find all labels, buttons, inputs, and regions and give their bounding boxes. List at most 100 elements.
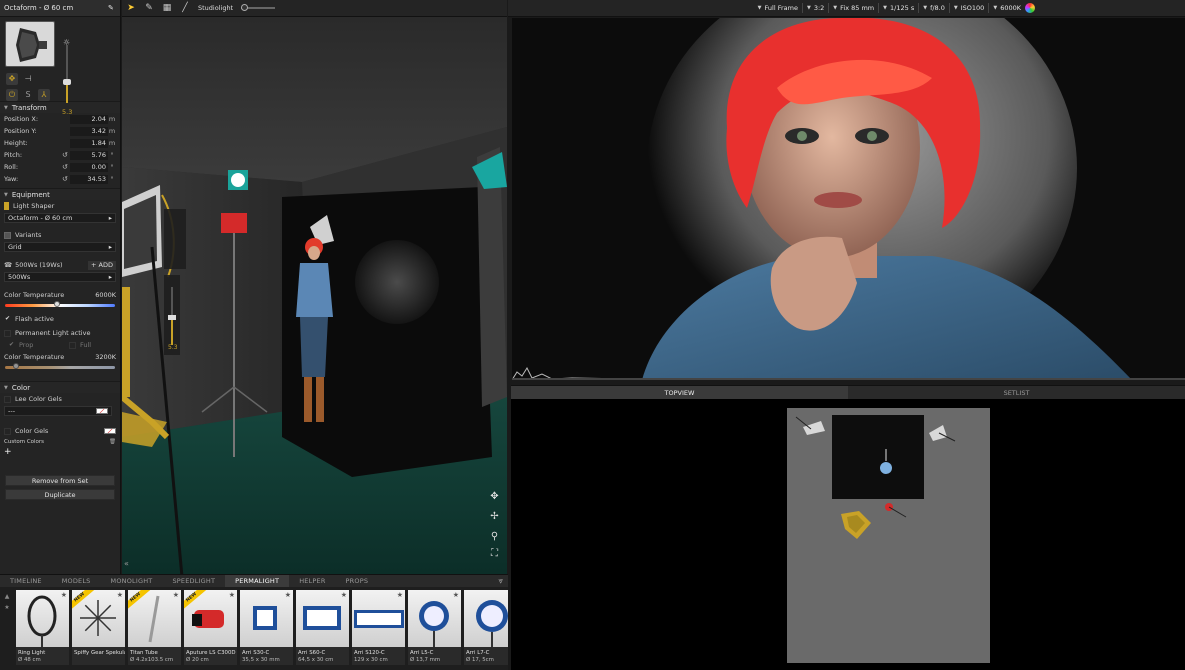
equipment-section-header[interactable]: ▼ Equipment <box>0 188 120 200</box>
favorite-icon[interactable]: ★ <box>4 604 9 611</box>
topview-panel[interactable] <box>511 399 1185 670</box>
studiolight-slider[interactable] <box>241 4 276 11</box>
favorite-star-icon[interactable]: ★ <box>397 591 403 599</box>
aspect-ratio-select[interactable]: ▼ 3:2 <box>807 4 824 12</box>
favorite-star-icon[interactable]: ★ <box>117 591 123 599</box>
view-tab-setlist[interactable]: SETLIST <box>848 386 1185 399</box>
gel-swatch[interactable] <box>104 428 116 434</box>
color-temp2-slider[interactable] <box>5 363 115 369</box>
library-tab-helper[interactable]: HELPER <box>289 575 335 588</box>
library-tab-models[interactable]: MODELS <box>52 575 101 588</box>
duplicate-button[interactable]: Duplicate <box>5 489 115 500</box>
item-name: Ring Light <box>18 650 46 656</box>
3d-viewport[interactable]: 5.3 ✥ ✢ ⚲ ⛶ « <box>122 17 507 574</box>
target-icon[interactable]: ✥ <box>6 73 18 85</box>
variants-checkbox[interactable] <box>4 231 11 239</box>
light-shaper-select[interactable]: Octaform - Ø 60 cm ▸ <box>4 213 116 223</box>
favorite-star-icon[interactable]: ★ <box>453 591 459 599</box>
remove-from-set-button[interactable]: Remove from Set <box>5 475 115 486</box>
shutter-select[interactable]: ▼ 1/125 s <box>883 4 914 12</box>
add-power-button[interactable]: + ADD <box>88 260 116 270</box>
color-channels-icon[interactable] <box>1025 3 1035 13</box>
dropdown-arrow-icon: ▼ <box>993 5 998 11</box>
permanent-light-checkbox[interactable] <box>4 329 11 337</box>
sensor-format-select[interactable]: ▼ Full Frame <box>758 4 798 12</box>
color-gels-checkbox[interactable] <box>4 427 11 435</box>
add-color-button[interactable]: + <box>4 447 12 457</box>
intensity-slider[interactable]: ☼ <box>63 39 71 107</box>
frame-selection-icon[interactable]: ⛶ <box>488 547 501 560</box>
aperture-select[interactable]: ▼ f/8.0 <box>923 4 945 12</box>
favorite-star-icon[interactable]: ★ <box>229 591 235 599</box>
field-value-input[interactable]: 2.04 <box>70 114 108 124</box>
reset-icon[interactable]: ↺ <box>62 163 68 171</box>
item-spec: 35,5 x 30 mm <box>242 657 280 663</box>
tripod-icon[interactable]: ⅄ <box>38 89 50 101</box>
portrait-render <box>512 18 1185 380</box>
full-checkbox[interactable] <box>69 341 76 349</box>
pan-icon[interactable]: ✢ <box>488 510 501 523</box>
modeling-icon[interactable]: S <box>22 89 34 101</box>
gel-swatch[interactable] <box>96 408 108 414</box>
power-select[interactable]: 500Ws ▸ <box>4 272 116 282</box>
library-tab-permalight[interactable]: PERMALIGHT <box>225 574 290 588</box>
lens-select[interactable]: ▼ Fix 85 mm <box>833 4 874 12</box>
favorite-star-icon[interactable]: ★ <box>341 591 347 599</box>
power-icon[interactable]: ⏻ <box>6 89 18 101</box>
library-item[interactable]: ★ Arri S30-C 35,5 x 30 mm <box>240 590 293 665</box>
white-balance-select[interactable]: ▼ 6000K <box>993 4 1021 12</box>
view-tab-topview[interactable]: TOPVIEW <box>511 386 848 399</box>
scroll-up-icon[interactable]: ▲ <box>5 593 10 600</box>
dropdown-arrow-icon: ▼ <box>953 5 958 11</box>
transform-section-header[interactable]: ▼ Transform <box>0 101 120 113</box>
favorite-star-icon[interactable]: ★ <box>61 591 67 599</box>
color-section-header[interactable]: ▼ Color <box>0 381 120 393</box>
reset-icon[interactable]: ↺ <box>62 151 68 159</box>
lee-gels-checkbox[interactable] <box>4 395 11 403</box>
chevron-right-icon: ▸ <box>108 243 112 251</box>
library-item[interactable]: ★ Arri L5-C Ø 13,7 mm <box>408 590 461 665</box>
lee-gels-select[interactable]: --- <box>4 406 112 416</box>
collapse-library-icon[interactable]: ⩔ <box>498 576 503 586</box>
collapse-panel-icon[interactable]: « <box>124 559 129 568</box>
slider-knob[interactable] <box>241 4 249 11</box>
light-tools-row-2: ⏻ S ⅄ <box>6 89 50 101</box>
library-tab-speedlight[interactable]: SPEEDLIGHT <box>162 575 225 588</box>
field-value-input[interactable]: 5.76 <box>70 150 108 160</box>
prop-checkbox[interactable]: ✔ <box>8 341 15 349</box>
library-item[interactable]: NEW ★ Aputure LS C300D II Ø 20 cm <box>184 590 237 665</box>
favorite-star-icon[interactable]: ★ <box>285 591 291 599</box>
library-tab-timeline[interactable]: TIMELINE <box>0 575 52 588</box>
iso-select[interactable]: ▼ ISO100 <box>954 4 984 12</box>
trash-icon[interactable]: 🗑 <box>109 439 116 445</box>
library-item[interactable]: NEW ★ Titan Tube Ø 4.2x103.5 cm <box>128 590 181 665</box>
library-item[interactable]: NEW ★ Spiffy Gear Spekular <box>72 590 125 665</box>
viewport-toolbar: ➤ ✎ ▦ ╱ Studiolight <box>122 0 507 17</box>
zoom-icon[interactable]: ⚲ <box>488 530 501 543</box>
field-value-input[interactable]: 0.00 <box>70 162 108 172</box>
select-tool-icon[interactable]: ➤ <box>126 3 136 13</box>
color-temp-slider[interactable] <box>5 301 115 307</box>
stand-icon[interactable]: ⊣ <box>22 73 34 85</box>
line-tool-icon[interactable]: ╱ <box>180 3 190 13</box>
brush-tool-icon[interactable]: ✎ <box>144 3 154 13</box>
pin-icon[interactable]: ✎ <box>108 4 116 12</box>
orbit-icon[interactable]: ✥ <box>488 490 501 503</box>
grid-toggle-icon[interactable]: ▦ <box>162 3 172 13</box>
field-value-input[interactable]: 34.53 <box>70 174 108 184</box>
library-item[interactable]: ★ Arri S120-C 129 x 30 cm <box>352 590 405 665</box>
favorite-star-icon[interactable]: ★ <box>173 591 179 599</box>
item-name: Titan Tube <box>130 650 158 656</box>
reset-icon[interactable]: ↺ <box>62 175 68 183</box>
library-tab-props[interactable]: PROPS <box>336 575 379 588</box>
library-item[interactable]: ★Arri L7-CØ 17, 5cm <box>464 590 508 665</box>
slider-knob[interactable] <box>13 363 19 369</box>
variants-select[interactable]: Grid ▸ <box>4 242 116 252</box>
library-item[interactable]: ★ Ring Light Ø 48 cm <box>16 590 69 665</box>
library-item[interactable]: ★ Arri S60-C 64,5 x 30 cm <box>296 590 349 665</box>
library-tab-monolight[interactable]: MONOLIGHT <box>101 575 163 588</box>
flash-active-checkbox[interactable]: ✔ <box>4 315 11 323</box>
field-value-input[interactable]: 3.42 <box>70 126 108 136</box>
slider-knob[interactable] <box>53 301 60 307</box>
field-value-input[interactable]: 1.84 <box>70 138 108 148</box>
